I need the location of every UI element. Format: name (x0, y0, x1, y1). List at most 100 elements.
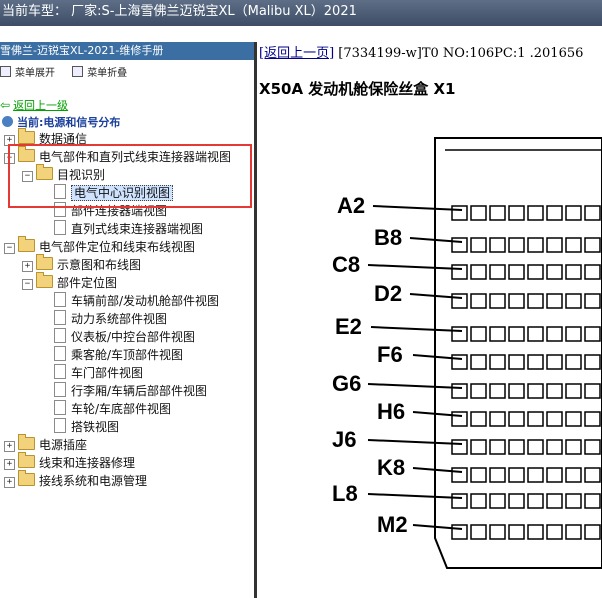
terminal-cavity (451, 467, 468, 483)
terminal-cavity (565, 467, 582, 483)
folder-icon (18, 236, 35, 252)
document-icon (54, 292, 66, 307)
globe-icon (2, 116, 13, 127)
document-icon (54, 382, 66, 397)
terminal-cavity (508, 264, 525, 280)
terminal-cavity (470, 293, 487, 309)
tree-item[interactable]: 仪表板/中控台部件视图 (40, 328, 195, 346)
tree-item-label: 线束和连接器修理 (39, 456, 136, 470)
tree-item[interactable]: 搭铁视图 (40, 418, 119, 436)
terminal-cavity (489, 524, 506, 540)
terminal-cavity (508, 467, 525, 483)
terminal-cavity (451, 205, 468, 221)
cavity-label: L8 (332, 481, 358, 506)
terminal-cavity (470, 467, 487, 483)
terminal-cavity (508, 293, 525, 309)
cavity-label: C8 (332, 252, 360, 277)
terminal-cavity (546, 439, 563, 455)
terminal-cavity (584, 439, 601, 455)
terminal-cavity (451, 383, 468, 399)
current-location-label: 当前:电源和信号分布 (17, 116, 121, 129)
tree-item[interactable]: 行李厢/车辆后部部件视图 (40, 382, 207, 400)
leader-line (367, 439, 463, 445)
terminal-cavity (527, 524, 544, 540)
tree-item[interactable]: 车门部件视图 (40, 364, 143, 382)
expander-icon[interactable]: − (22, 279, 33, 290)
terminal-cavity (470, 411, 487, 427)
navigation-panel: 雪佛兰-迈锐宝XL-2021-维修手册 菜单展开 菜单折叠 ⇦ 返回上一级 当前:… (0, 42, 257, 598)
tree-item[interactable]: − 部件定位图 (22, 272, 117, 292)
tree-item[interactable]: 乘客舱/车顶部件视图 (40, 346, 183, 364)
back-level-label[interactable]: 返回上一级 (13, 99, 68, 112)
document-icon (54, 328, 66, 343)
expander-icon[interactable]: + (4, 441, 15, 452)
back-arrow-icon: ⇦ (0, 98, 11, 112)
tree-item[interactable]: 动力系统部件视图 (40, 310, 167, 328)
page-nav: [返回上一页] [7334199-w]T0 NO:106PC:1 .201656 (259, 42, 583, 61)
tree-item-label: 仪表板/中控台部件视图 (71, 330, 196, 344)
terminal-cavity (546, 524, 563, 540)
terminal-cavity (565, 205, 582, 221)
cavity-label: G6 (332, 371, 361, 396)
terminal-cavity (527, 411, 544, 427)
collapse-menu-button[interactable]: 菜单折叠 (72, 64, 127, 79)
terminal-cavity (527, 237, 544, 253)
terminal-cavity (584, 264, 601, 280)
terminal-cavity (546, 411, 563, 427)
terminal-cavity (489, 326, 506, 342)
terminal-cavity (470, 237, 487, 253)
collapse-label: 菜单折叠 (87, 68, 128, 79)
cavity-label: E2 (335, 314, 362, 339)
tree-item[interactable]: 直列式线束连接器端视图 (40, 220, 203, 238)
terminal-cavity (451, 493, 468, 509)
expander-icon[interactable]: + (4, 459, 15, 470)
terminal-cavity (546, 205, 563, 221)
terminal-cavity (489, 467, 506, 483)
terminal-cavity (565, 411, 582, 427)
terminal-cavity (565, 293, 582, 309)
terminal-cavity (584, 237, 601, 253)
terminal-cavity (527, 383, 544, 399)
leader-line (367, 383, 463, 389)
terminal-cavity (451, 326, 468, 342)
expander-icon[interactable]: − (4, 243, 15, 254)
expander-icon[interactable]: + (4, 477, 15, 488)
current-model-title: 当前车型： 厂家:S-上海雪佛兰迈锐宝XL（Malibu XL）2021 (2, 4, 357, 19)
terminal-cavity (470, 524, 487, 540)
fuse-box-connector-diagram: A2 B8 C8 D2 E2 F6 G6 H6 J6 K8 L8 M2 (332, 137, 602, 569)
leader-line (367, 493, 463, 499)
document-icon (54, 418, 66, 433)
document-icon (54, 310, 66, 325)
tree-item[interactable]: + 电源插座 (4, 434, 88, 454)
terminal-cavity (565, 439, 582, 455)
terminal-cavity (508, 493, 525, 509)
tree-item-label: 搭铁视图 (71, 420, 120, 434)
tree-item[interactable]: − 电气部件定位和线束布线视图 (4, 236, 195, 256)
cavity-label: J6 (332, 427, 356, 452)
tree-item[interactable]: 车辆前部/发动机舱部件视图 (40, 292, 219, 310)
expand-menu-button[interactable]: 菜单展开 (0, 64, 55, 79)
terminal-cavity (584, 354, 601, 370)
cavity-label: B8 (374, 225, 402, 250)
folder-icon (18, 452, 35, 468)
terminal-cavity (527, 293, 544, 309)
document-icon (54, 400, 66, 415)
terminal-cavity (584, 326, 601, 342)
tree-item[interactable]: 车轮/车底部件视图 (40, 400, 171, 418)
back-level-link[interactable]: ⇦ 返回上一级 (0, 96, 68, 114)
document-meta: [7334199-w]T0 NO:106PC:1 .201656 (338, 46, 584, 61)
terminal-cavity (508, 439, 525, 455)
terminal-cavity (546, 383, 563, 399)
tree-item-label: 电源插座 (39, 438, 88, 452)
tree-item-label: 示意图和布线图 (57, 258, 142, 272)
terminal-cavity (451, 264, 468, 280)
terminal-cavity (546, 354, 563, 370)
terminal-cavity (489, 411, 506, 427)
leader-line (367, 264, 463, 270)
leader-line (370, 326, 463, 332)
tree-item[interactable]: + 接线系统和电源管理 (4, 470, 147, 490)
terminal-cavity (546, 326, 563, 342)
terminal-cavity (527, 439, 544, 455)
expander-icon[interactable]: + (22, 261, 33, 272)
back-page-link[interactable]: [返回上一页] (259, 46, 334, 61)
